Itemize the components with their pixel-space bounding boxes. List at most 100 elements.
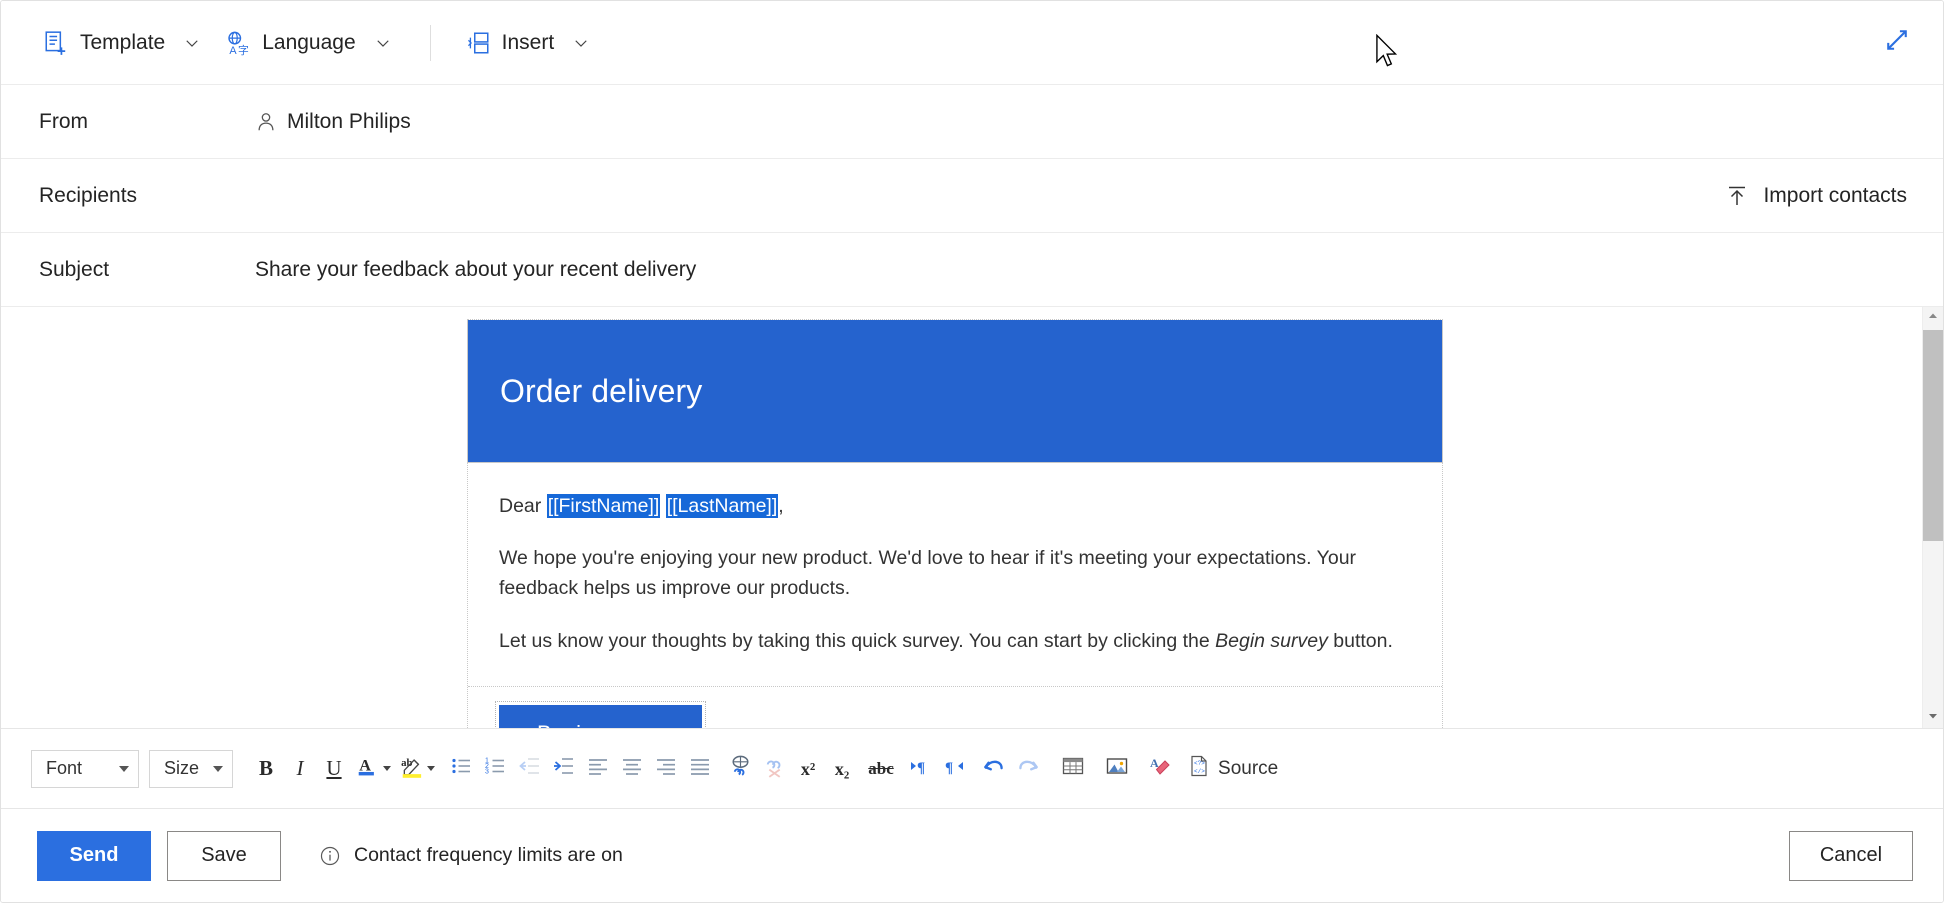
superscript-icon: x² (801, 760, 815, 778)
highlight-color-button[interactable]: ab (395, 749, 439, 789)
email-header-block[interactable]: Order delivery (468, 320, 1442, 462)
from-label: From (39, 110, 255, 134)
text-direction-rtl-button[interactable]: ¶ (937, 749, 971, 789)
underline-button[interactable]: U (317, 749, 351, 789)
bulleted-list-icon (450, 754, 474, 783)
language-label: Language (262, 31, 355, 55)
text-direction-ltr-button[interactable]: ¶ (903, 749, 937, 789)
email-button-block[interactable]: Begin survey (468, 687, 1442, 728)
undo-icon (981, 753, 1007, 784)
subject-label: Subject (39, 258, 255, 282)
link-icon (728, 754, 753, 784)
person-icon (255, 111, 277, 133)
cancel-button[interactable]: Cancel (1789, 831, 1913, 881)
email-paragraph-1: We hope you're enjoying your new product… (499, 543, 1411, 603)
increase-indent-button[interactable] (547, 749, 581, 789)
source-code-icon: <?> </> (1187, 754, 1211, 784)
vertical-scrollbar[interactable] (1922, 307, 1943, 728)
subscript-button[interactable]: x₂ (825, 749, 859, 789)
scroll-thumb[interactable] (1923, 330, 1944, 541)
redo-button[interactable] (1011, 749, 1045, 789)
font-family-value: Font (46, 758, 82, 779)
align-left-button[interactable] (581, 749, 615, 789)
recipients-label: Recipients (39, 184, 255, 208)
caret-down-icon (1927, 709, 1939, 727)
chevron-down-icon (213, 766, 223, 772)
increase-indent-icon (552, 754, 576, 783)
ltr-paragraph-icon: ¶ (908, 754, 932, 783)
scroll-track[interactable] (1923, 328, 1944, 707)
email-header-title: Order delivery (500, 373, 702, 410)
svg-text:字: 字 (238, 42, 249, 55)
insert-table-button[interactable] (1051, 749, 1095, 789)
align-left-icon (586, 754, 610, 783)
email-text-block[interactable]: Dear [[FirstName]] [[LastName]], We hope… (468, 462, 1442, 687)
template-icon (43, 30, 69, 56)
align-right-icon (654, 754, 678, 783)
numbered-list-button[interactable]: 1 2 3 (479, 749, 513, 789)
svg-text:3: 3 (485, 769, 489, 776)
italic-button[interactable]: I (283, 749, 317, 789)
subject-input[interactable]: Share your feedback about your recent de… (255, 258, 1917, 282)
chevron-down-icon (427, 766, 435, 771)
justify-button[interactable] (683, 749, 717, 789)
text-color-button[interactable]: A (351, 749, 395, 789)
template-button[interactable]: Template (31, 20, 213, 66)
numbered-list-icon: 1 2 3 (484, 754, 508, 783)
chevron-down-icon (374, 34, 392, 52)
svg-text:<?>: <?> (1194, 760, 1205, 767)
font-size-value: Size (164, 758, 199, 779)
highlight-color-icon: ab (400, 753, 426, 784)
source-button[interactable]: <?> </> Source (1183, 749, 1286, 789)
strikethrough-button[interactable]: abc (859, 749, 903, 789)
align-right-button[interactable] (649, 749, 683, 789)
template-label: Template (80, 31, 165, 55)
mouse-cursor (1375, 34, 1401, 70)
send-button[interactable]: Send (37, 831, 151, 881)
chevron-down-icon (183, 34, 201, 52)
from-value[interactable]: Milton Philips (255, 110, 1917, 134)
unlink-icon (762, 754, 787, 784)
email-greeting: Dear [[FirstName]] [[LastName]], (499, 491, 1411, 521)
import-contacts-button[interactable]: Import contacts (1715, 176, 1917, 216)
email-paragraph-2: Let us know your thoughts by taking this… (499, 626, 1411, 656)
insert-link-button[interactable] (723, 749, 757, 789)
superscript-button[interactable]: x² (791, 749, 825, 789)
subscript-icon: x₂ (835, 760, 849, 778)
font-family-select[interactable]: Font (31, 750, 139, 788)
remove-link-button[interactable] (757, 749, 791, 789)
email-body-canvas[interactable]: Order delivery Dear [[FirstName]] [[Last… (1, 307, 1922, 728)
chevron-down-icon (572, 34, 590, 52)
svg-text:¶: ¶ (917, 760, 925, 776)
clear-formatting-button[interactable]: A (1139, 749, 1183, 789)
language-icon: A 字 (225, 30, 251, 56)
font-size-select[interactable]: Size (149, 750, 233, 788)
underline-icon: U (326, 758, 341, 779)
expand-button[interactable] (1877, 23, 1917, 63)
save-button[interactable]: Save (167, 831, 281, 881)
bulleted-list-button[interactable] (445, 749, 479, 789)
merge-field-lastname[interactable]: [[LastName]] (666, 494, 779, 518)
begin-survey-button[interactable]: Begin survey (499, 705, 702, 728)
svg-text:A: A (230, 44, 238, 55)
language-button[interactable]: A 字 Language (213, 20, 403, 66)
insert-image-button[interactable] (1095, 749, 1139, 789)
justify-icon (688, 754, 712, 783)
greeting-prefix: Dear (499, 495, 547, 517)
merge-field-firstname[interactable]: [[FirstName]] (547, 494, 661, 518)
action-bar: Send Save Contact frequency limits are o… (1, 808, 1943, 902)
bold-button[interactable]: B (249, 749, 283, 789)
scroll-down-button[interactable] (1923, 707, 1944, 728)
info-icon (319, 845, 341, 867)
from-row: From Milton Philips (1, 85, 1943, 159)
text-color-icon: A (356, 753, 382, 784)
paragraph-2-prefix: Let us know your thoughts by taking this… (499, 630, 1215, 652)
decrease-indent-button[interactable] (513, 749, 547, 789)
email-template-card: Order delivery Dear [[FirstName]] [[Last… (467, 319, 1443, 728)
insert-button[interactable]: Insert (453, 20, 603, 66)
scroll-up-button[interactable] (1923, 307, 1944, 328)
align-center-button[interactable] (615, 749, 649, 789)
from-person-name: Milton Philips (287, 110, 411, 134)
import-contacts-label: Import contacts (1763, 184, 1907, 208)
undo-button[interactable] (977, 749, 1011, 789)
